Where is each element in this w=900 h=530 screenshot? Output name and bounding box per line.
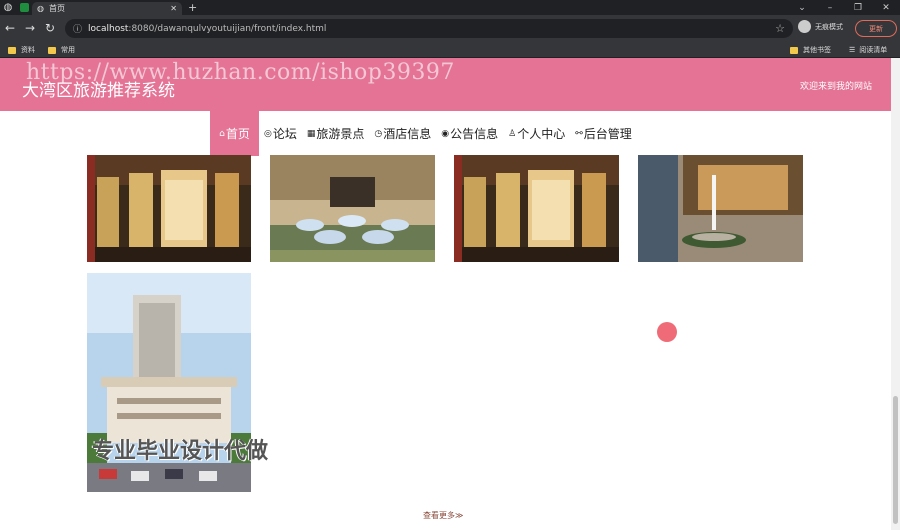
main-nav: ⌂ 首页 ◎ 论坛 ▦ 旅游景点 ◷ 酒店信息 ◉ 公告信息 ♙ 个人中心 ⚯ …	[210, 111, 637, 156]
nav-label: 后台管理	[583, 127, 632, 141]
forum-icon: ◎	[264, 128, 272, 139]
hotel-icon: ◷	[374, 128, 383, 139]
bookmark-folder-other[interactable]: 其他书签	[790, 45, 831, 55]
bookmark-folder-changyong[interactable]: 常用	[48, 45, 75, 55]
nav-item-user-center[interactable]: ♙ 个人中心	[503, 111, 570, 156]
browser-tab-strip: ◍ ◍ 首页 ✕ + ⌄ – ❐ ✕	[0, 0, 900, 15]
hotel-lobby-image	[87, 155, 251, 262]
folder-icon	[48, 46, 56, 54]
hotel-card-3[interactable]	[454, 155, 619, 262]
hotel-lobby-image	[454, 155, 619, 262]
restore-icon[interactable]: ❐	[844, 3, 872, 13]
nav-item-scenic[interactable]: ▦ 旅游景点	[302, 111, 370, 156]
new-tab-icon[interactable]: +	[188, 1, 197, 14]
url-host: localhost	[88, 23, 129, 34]
close-tab-icon[interactable]: ✕	[170, 4, 177, 13]
welcome-text: 欢迎来到我的网站	[799, 82, 872, 92]
browser-profile-icon[interactable]: ◍	[0, 0, 16, 15]
notice-icon: ◉	[441, 128, 450, 139]
bookmark-folder-ziliao[interactable]: 资料	[8, 45, 35, 55]
url-bar[interactable]: ⓘ localhost :8080/dawanqulvyoutuijian/fr…	[65, 19, 793, 38]
hotel-card-2[interactable]	[270, 155, 435, 262]
web-page: 大湾区旅游推荐系统 https://www.huzhan.com/ishop39…	[0, 58, 891, 530]
nav-label: 旅游景点	[316, 127, 365, 141]
incognito-indicator[interactable]: 无痕模式	[798, 20, 843, 33]
address-toolbar: ← → ↻ ⓘ localhost :8080/dawanqulvyoutuij…	[0, 15, 900, 41]
reload-icon[interactable]: ↻	[40, 21, 60, 35]
nav-item-hotel[interactable]: ◷ 酒店信息	[369, 111, 436, 156]
site-header: 大湾区旅游推荐系统 https://www.huzhan.com/ishop39…	[0, 58, 891, 111]
back-icon[interactable]: ←	[0, 21, 20, 35]
active-tab[interactable]: ◍ 首页 ✕	[32, 2, 182, 15]
bookmarks-bar: 资料 常用 其他书签 ☰ 阅读清单	[0, 41, 900, 58]
bookmark-label: 资料	[21, 46, 35, 54]
update-button[interactable]: 更新	[855, 20, 897, 37]
incognito-icon	[798, 20, 811, 33]
nav-item-notice[interactable]: ◉ 公告信息	[436, 111, 503, 156]
bookmark-label: 其他书签	[803, 46, 831, 54]
site-info-icon[interactable]: ⓘ	[73, 22, 82, 35]
nav-label: 酒店信息	[383, 127, 432, 141]
nav-label: 公告信息	[450, 127, 499, 141]
nav-item-forum[interactable]: ◎ 论坛	[259, 111, 302, 156]
scenic-icon: ▦	[306, 128, 316, 139]
hotel-card-4[interactable]	[638, 155, 803, 262]
page-scrollbar[interactable]	[891, 58, 900, 530]
reading-list-label: 阅读清单	[859, 46, 888, 54]
url-path: :8080/dawanqulvyoutuijian/front/index.ht…	[128, 23, 327, 34]
bookmark-star-icon[interactable]: ☆	[775, 22, 785, 35]
folder-icon	[790, 46, 798, 54]
close-window-icon[interactable]: ✕	[872, 3, 900, 13]
scrollbar-thumb[interactable]	[893, 396, 898, 524]
nav-label: 论坛	[272, 127, 297, 141]
incognito-label: 无痕模式	[815, 22, 843, 31]
bookmark-label: 常用	[61, 46, 75, 54]
view-more-link[interactable]: 查看更多≫	[423, 510, 463, 521]
user-icon: ♙	[508, 128, 517, 139]
hotel-fountain-image	[638, 155, 803, 262]
nav-item-admin[interactable]: ⚯ 后台管理	[570, 111, 637, 156]
tab-title: 首页	[48, 4, 65, 13]
pinned-tab-icon[interactable]	[16, 0, 32, 15]
folder-icon	[8, 46, 16, 54]
admin-link-icon: ⚯	[575, 128, 583, 139]
forward-icon[interactable]: →	[20, 21, 40, 35]
home-icon: ⌂	[219, 128, 225, 139]
minimize-icon[interactable]: –	[816, 3, 844, 13]
reading-list-icon: ☰	[849, 46, 856, 54]
reading-list[interactable]: ☰ 阅读清单	[849, 45, 887, 55]
watermark-text: https://www.huzhan.com/ishop39397	[26, 60, 455, 85]
banquet-hall-image	[270, 155, 435, 262]
nav-label: 个人中心	[517, 127, 566, 141]
tab-search-icon[interactable]: ⌄	[788, 3, 816, 13]
hotel-card-1[interactable]	[87, 155, 251, 262]
nav-item-home[interactable]: ⌂ 首页	[210, 111, 259, 156]
overlay-watermark-text: 专业毕业设计代做	[92, 439, 269, 464]
tab-favicon-icon: ◍	[37, 4, 44, 13]
window-controls: ⌄ – ❐ ✕	[788, 0, 900, 15]
nav-label: 首页	[225, 127, 250, 141]
mouse-cursor-highlight	[657, 322, 677, 342]
